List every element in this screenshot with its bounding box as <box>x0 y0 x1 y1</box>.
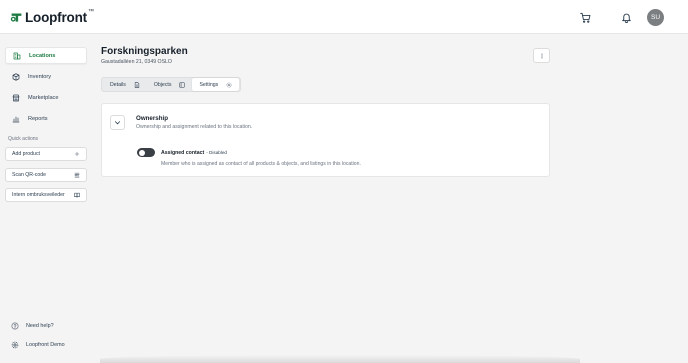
cart-icon <box>579 12 590 23</box>
notifications-button[interactable] <box>619 10 633 24</box>
assigned-contact-description: Member who is assigned as contact of all… <box>161 161 361 167</box>
top-bar: Loopfront ™ SU <box>0 0 688 34</box>
section-description: Ownership and assignment related to this… <box>136 124 253 130</box>
toggle-state-text: - Disabled <box>206 150 227 155</box>
logo-trademark: ™ <box>87 9 94 15</box>
sidebar-item-inventory[interactable]: Inventory <box>5 68 87 85</box>
quick-action-label: Intern ombruksveileder <box>12 192 65 198</box>
sidebar-item-label: Inventory <box>28 73 52 80</box>
document-icon <box>134 81 139 88</box>
more-vertical-icon <box>540 53 543 58</box>
user-avatar[interactable]: SU <box>647 9 664 26</box>
quick-action-label: Scan QR-code <box>12 172 47 178</box>
cart-button[interactable] <box>578 10 592 24</box>
page-title: Forskningsparken <box>101 46 188 57</box>
help-circle-icon <box>11 322 19 330</box>
bar-chart-icon <box>11 114 20 123</box>
logo-text: Loopfront <box>25 9 87 25</box>
ownership-card: Ownership Ownership and assignment relat… <box>101 103 550 177</box>
quick-actions-title: Quick actions <box>8 136 39 142</box>
sidebar-item-label: Reports <box>28 115 48 122</box>
organization-switcher[interactable]: Loopfront Demo <box>11 341 65 349</box>
toggle-knob <box>138 149 145 156</box>
assigned-contact-label: Assigned contact - Disabled <box>161 150 227 156</box>
toggle-label-text: Assigned contact <box>161 150 205 156</box>
store-icon <box>11 93 20 102</box>
sidebar-item-locations[interactable]: Locations <box>5 47 87 64</box>
bell-icon <box>621 13 631 23</box>
section-title: Ownership <box>136 115 168 122</box>
intern-ombruksveileder-button[interactable]: Intern ombruksveileder <box>5 188 87 202</box>
need-help-label: Need help? <box>26 323 54 329</box>
location-address: Gaustadalléen 21, 0349 OSLO <box>101 59 172 65</box>
chevron-down-icon <box>114 121 121 125</box>
scan-qr-code-button[interactable]: Scan QR-code <box>5 168 87 182</box>
book-icon <box>74 192 80 198</box>
sidebar-item-label: Locations <box>29 52 56 59</box>
quick-action-label: Add product <box>12 151 40 157</box>
sidebar-item-reports[interactable]: Reports <box>5 110 87 127</box>
sidebar-item-marketplace[interactable]: Marketplace <box>5 89 87 106</box>
sidebar-item-label: Marketplace <box>28 94 59 101</box>
plus-icon <box>74 151 80 157</box>
tab-label: Details <box>110 81 126 88</box>
tab-settings[interactable]: Settings <box>192 78 240 91</box>
tab-details[interactable]: Details <box>103 78 147 91</box>
collapse-ownership-button[interactable] <box>110 115 125 130</box>
bottom-shadow <box>100 355 580 363</box>
need-help-link[interactable]: Need help? <box>11 322 54 330</box>
cube-icon <box>11 72 20 81</box>
building-icon <box>12 51 21 60</box>
assigned-contact-toggle[interactable] <box>137 148 155 157</box>
tab-label: Settings <box>199 81 219 88</box>
more-options-button[interactable] <box>533 48 550 63</box>
gear-icon <box>11 341 19 349</box>
tab-label: Objects <box>153 81 172 88</box>
app-logo[interactable]: Loopfront ™ <box>10 8 94 26</box>
tab-objects[interactable]: Objects <box>147 78 193 91</box>
gear-icon <box>226 82 232 87</box>
qr-code-icon <box>74 172 80 178</box>
location-tabs: Details Objects Settings <box>101 77 242 92</box>
add-product-button[interactable]: Add product <box>5 147 87 161</box>
organization-label: Loopfront Demo <box>26 342 65 348</box>
objects-icon <box>179 81 185 88</box>
loopfront-logo-icon <box>10 12 22 22</box>
